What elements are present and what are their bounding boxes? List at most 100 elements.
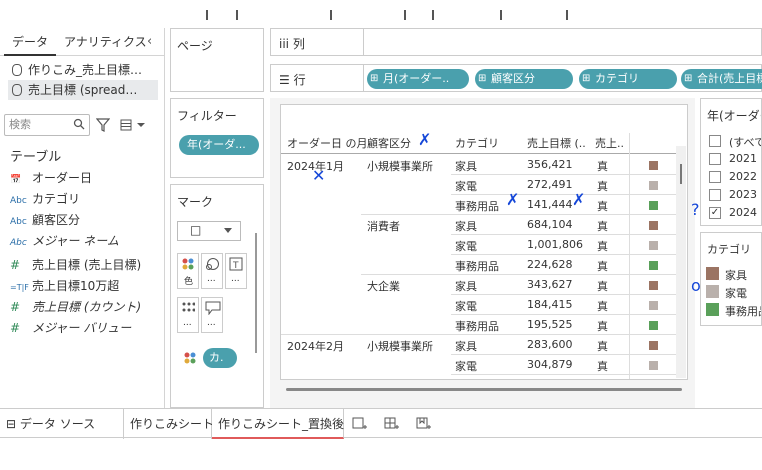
year-option-label[interactable]: 2023: [729, 188, 757, 201]
flag-cell[interactable]: 真: [597, 258, 608, 274]
year-checkbox[interactable]: [709, 153, 721, 165]
rows-pill-month[interactable]: 月(オーダー..: [367, 69, 469, 89]
filters-card[interactable]: フィルター 年(オーダ...: [170, 98, 264, 178]
tab-data[interactable]: データ: [4, 28, 57, 56]
flag-cell[interactable]: 真: [597, 198, 608, 214]
sales-target-cell[interactable]: 343,627: [527, 278, 573, 291]
collapse-pane-icon[interactable]: ‹: [147, 34, 159, 49]
field-search-input[interactable]: 検索: [4, 114, 90, 136]
filter-icon[interactable]: [96, 118, 110, 132]
new-dashboard-icon[interactable]: [384, 417, 400, 431]
sales-target-cell[interactable]: 684,104: [527, 218, 573, 231]
legend-label[interactable]: 事務用品: [725, 303, 761, 319]
segment-label[interactable]: 小規模事業所: [367, 338, 433, 354]
detail-mark-button[interactable]: ...: [177, 297, 199, 333]
legend-swatch[interactable]: [706, 285, 719, 298]
rows-pill-sum-target[interactable]: 合計(売上目標: [681, 69, 762, 89]
color-mark[interactable]: [649, 181, 658, 190]
tab-analytics[interactable]: アナリティクス: [56, 28, 155, 56]
color-mark[interactable]: [649, 261, 658, 270]
sales-target-cell[interactable]: 304,879: [527, 358, 573, 371]
filter-pill-year[interactable]: 年(オーダ...: [179, 135, 259, 155]
category-cell[interactable]: 家具: [455, 158, 477, 174]
view-options-icon[interactable]: [120, 118, 146, 132]
category-cell[interactable]: 事務用品: [455, 198, 499, 214]
field-order-date[interactable]: 📅 オーダー日: [10, 168, 92, 188]
flag-cell[interactable]: 真: [597, 238, 608, 254]
field-measure-names[interactable]: Abc メジャー ネーム: [10, 231, 119, 251]
field-target-over-100k[interactable]: =T|F 売上目標10万超: [10, 276, 119, 296]
flag-cell[interactable]: 真: [597, 378, 608, 379]
sales-target-cell[interactable]: 1,001,806: [527, 238, 583, 251]
year-checkbox[interactable]: [709, 189, 721, 201]
vertical-scroll-thumb[interactable]: [680, 164, 682, 184]
flag-cell[interactable]: 真: [597, 318, 608, 334]
header-flag[interactable]: 売上..: [595, 135, 624, 151]
year-option-label[interactable]: 2022: [729, 170, 757, 183]
label-mark-button[interactable]: T ...: [225, 253, 247, 289]
legend-label[interactable]: 家電: [725, 285, 747, 301]
field-segment[interactable]: Abc 顧客区分: [10, 210, 80, 230]
category-cell[interactable]: 家電: [455, 178, 477, 194]
datasource-item[interactable]: 作りこみ_売上目標…: [8, 60, 158, 80]
new-story-icon[interactable]: [416, 417, 432, 431]
field-sales-target[interactable]: # 売上目標 (売上目標): [10, 255, 141, 275]
color-pill-category[interactable]: カ.: [203, 348, 237, 368]
segment-label[interactable]: 大企業: [367, 278, 400, 294]
tooltip-mark-button[interactable]: ...: [201, 297, 223, 333]
sales-target-cell[interactable]: 184,415: [527, 298, 573, 311]
sales-target-cell[interactable]: 283,600: [527, 338, 573, 351]
marks-scrollbar[interactable]: [255, 233, 257, 353]
flag-cell[interactable]: 真: [597, 178, 608, 194]
flag-cell[interactable]: 真: [597, 358, 608, 374]
tab-datasource[interactable]: ⊟ データ ソース: [0, 409, 124, 439]
color-mark[interactable]: [649, 201, 658, 210]
horizontal-scrollbar[interactable]: [286, 388, 682, 391]
color-mark-button[interactable]: 色: [177, 253, 199, 289]
category-cell[interactable]: 事務用品: [455, 378, 499, 379]
color-mark[interactable]: [649, 301, 658, 310]
rows-pill-segment[interactable]: 顧客区分: [475, 69, 573, 89]
datasource-item-selected[interactable]: 売上目標 (spread…: [8, 80, 158, 100]
flag-cell[interactable]: 真: [597, 218, 608, 234]
segment-label[interactable]: 消費者: [367, 218, 400, 234]
category-cell[interactable]: 家具: [455, 218, 477, 234]
year-option-label[interactable]: 2024: [729, 206, 757, 219]
header-segment[interactable]: 顧客区分: [367, 135, 411, 151]
color-mark[interactable]: [649, 241, 658, 250]
field-category[interactable]: Abc カテゴリ: [10, 189, 80, 209]
header-category[interactable]: カテゴリ: [455, 135, 499, 151]
flag-cell[interactable]: 真: [597, 298, 608, 314]
flag-cell[interactable]: 真: [597, 278, 608, 294]
category-cell[interactable]: 家具: [455, 278, 477, 294]
sales-target-cell[interactable]: 356,421: [527, 158, 573, 171]
flag-cell[interactable]: 真: [597, 338, 608, 354]
size-mark-button[interactable]: ...: [201, 253, 223, 289]
tab-sheet-2-active[interactable]: 作りこみシート_置換後: [212, 409, 344, 439]
sales-target-cell[interactable]: 447,183: [527, 378, 573, 379]
header-month[interactable]: オーダー日 の月: [287, 135, 368, 151]
sales-target-cell[interactable]: 224,628: [527, 258, 573, 271]
legend-swatch[interactable]: [706, 303, 719, 316]
year-checkbox[interactable]: ✓: [709, 207, 721, 219]
legend-swatch[interactable]: [706, 267, 719, 280]
color-mark[interactable]: [649, 361, 658, 370]
color-mark[interactable]: [649, 281, 658, 290]
color-mark[interactable]: [649, 221, 658, 230]
segment-label[interactable]: 小規模事業所: [367, 158, 433, 174]
color-mark[interactable]: [649, 341, 658, 350]
category-cell[interactable]: 事務用品: [455, 318, 499, 334]
mark-type-dropdown[interactable]: □: [177, 221, 241, 241]
sales-target-cell[interactable]: 272,491: [527, 178, 573, 191]
rows-shelf[interactable]: ☰ 行 月(オーダー.. 顧客区分 カテゴリ 合計(売上目標: [270, 64, 762, 92]
year-checkbox[interactable]: [709, 135, 721, 147]
tab-sheet-1[interactable]: 作りこみシート: [124, 409, 214, 439]
field-measure-values[interactable]: # メジャー バリュー: [10, 318, 131, 338]
rows-pill-category[interactable]: カテゴリ: [579, 69, 677, 89]
pages-card[interactable]: ページ: [170, 28, 264, 92]
sales-target-cell[interactable]: 195,525: [527, 318, 573, 331]
category-cell[interactable]: 家電: [455, 298, 477, 314]
category-cell[interactable]: 家電: [455, 238, 477, 254]
year-option-label[interactable]: 2021: [729, 152, 757, 165]
category-cell[interactable]: 家電: [455, 358, 477, 374]
